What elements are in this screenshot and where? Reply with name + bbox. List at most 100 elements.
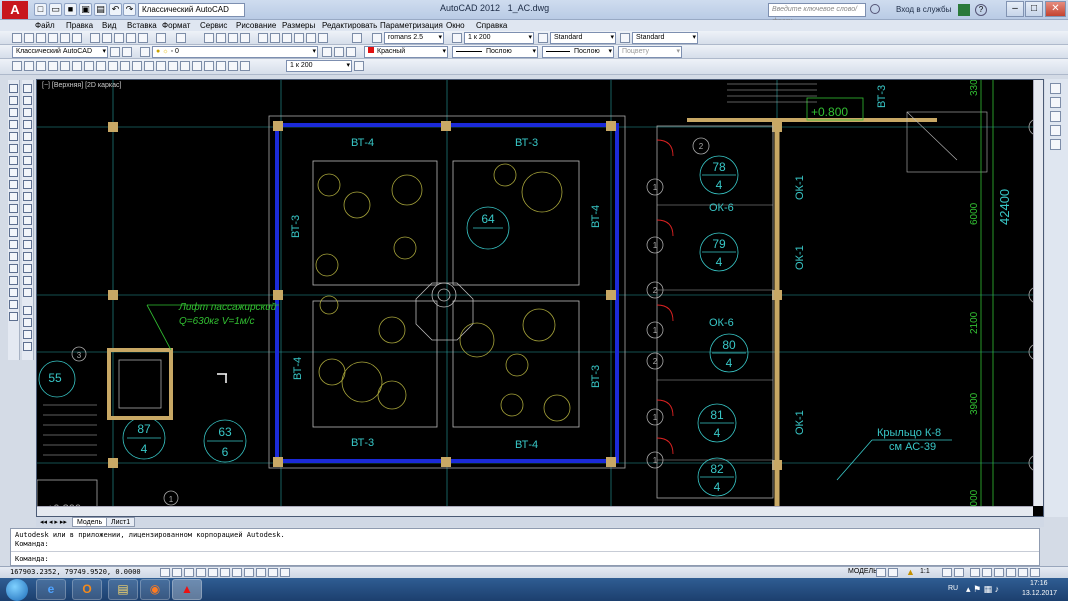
pan-nav-icon[interactable] [1050,83,1061,94]
workspace-select[interactable]: Классический AutoCAD [138,3,245,17]
quick-dim-icon[interactable] [108,61,118,71]
jogged-linear-icon[interactable] [204,61,214,71]
hatch-icon[interactable] [9,252,18,261]
rectangle-icon[interactable] [9,132,18,141]
copy-icon[interactable] [102,33,112,43]
arc-length-icon[interactable] [36,61,46,71]
workspace-switch-button[interactable] [970,568,980,577]
status-menu-button[interactable] [1018,568,1028,577]
open-icon[interactable] [24,33,34,43]
menu-draw[interactable]: Рисование [236,20,276,31]
layer-properties-icon[interactable] [140,47,150,57]
revcloud-icon[interactable] [9,168,18,177]
menu-file[interactable]: Файл [35,20,55,31]
zoom-window-icon[interactable] [228,33,238,43]
sheet-set-icon[interactable] [294,33,304,43]
radius-icon[interactable] [60,61,70,71]
arc-icon[interactable] [9,144,18,153]
autocad-task-icon[interactable]: ▲ [172,579,202,600]
ellipse-icon[interactable] [9,192,18,201]
continue-icon[interactable] [132,61,142,71]
chamfer-icon[interactable] [23,252,32,261]
orbit-nav-icon[interactable] [1050,111,1061,122]
lineweight-select[interactable]: Послою [542,46,614,58]
start-button[interactable] [6,579,28,601]
tool-palettes-icon[interactable] [282,33,292,43]
clock-date[interactable]: 13.12.2017 [1022,590,1057,597]
blend-icon[interactable] [23,276,32,285]
explode-icon[interactable] [23,288,32,297]
minimize-button[interactable]: – [1006,1,1024,17]
search-input[interactable]: Введите ключевое слово/фразу [768,3,866,25]
properties-icon[interactable] [258,33,268,43]
move-icon[interactable] [23,144,32,153]
dim-scale-select[interactable]: 1 к 200 [464,32,534,44]
search-icon[interactable] [870,4,880,14]
close-button[interactable]: ✕ [1045,1,1066,17]
gradient-icon[interactable] [9,264,18,273]
tolerance-icon[interactable] [168,61,178,71]
quick-view-layouts-button[interactable] [876,568,886,577]
steering-wheel-icon[interactable] [1050,139,1061,150]
isolate-objects-button[interactable] [1006,568,1016,577]
make-current-icon[interactable] [322,47,332,57]
zoom-realtime-icon[interactable] [216,33,226,43]
plot-style-select[interactable]: Поцвету [618,46,682,58]
ie-icon[interactable]: e [36,579,66,600]
undo-icon[interactable]: ↶ [109,3,122,16]
menu-format[interactable]: Формат [162,20,190,31]
markup-icon[interactable] [306,33,316,43]
coordinates-readout[interactable]: 167903.2352, 79749.9520, 0.0000 [10,568,141,576]
multileader-style-icon[interactable] [620,33,630,43]
menu-view[interactable]: Вид [102,20,116,31]
plot-icon[interactable] [48,33,58,43]
new-file-icon[interactable]: □ [34,3,47,16]
save-toolbar-icon[interactable] [36,33,46,43]
dim-style-select[interactable]: Standard [550,32,616,44]
make-block-icon[interactable] [9,228,18,237]
preview-icon[interactable] [60,33,70,43]
menu-tools[interactable]: Сервис [200,20,227,31]
ducs-button[interactable] [256,568,266,577]
firefox-icon[interactable]: ◉ [140,579,170,600]
viewport-label[interactable]: [−] [Верхняя] [2D каркас] [42,82,121,89]
zoom-nav-icon[interactable] [1050,97,1061,108]
tray-icons[interactable]: ▴ ⚑ ▦ ♪ [966,584,999,595]
quickcalc-icon[interactable] [318,33,328,43]
diameter-icon[interactable] [84,61,94,71]
table-style-select[interactable]: Standard [632,32,698,44]
tab-model[interactable]: Модель [72,517,108,527]
properties-side-icon[interactable] [23,306,32,315]
gear-icon[interactable] [122,47,132,57]
print-icon[interactable]: ▤ [94,3,107,16]
jogged-icon[interactable] [72,61,82,71]
menu-insert[interactable]: Вставка [127,20,157,31]
redo-icon[interactable]: ↷ [123,3,136,16]
lock-ui-button[interactable] [982,568,992,577]
menu-parametric[interactable]: Параметризация [380,20,443,31]
tab-nav-arrows[interactable]: ◂◂ ◂ ▸ ▸▸ [40,518,67,526]
baseline-icon[interactable] [120,61,130,71]
cut-icon[interactable] [90,33,100,43]
dim-style-icon[interactable] [452,33,462,43]
dim-edit-icon[interactable] [216,61,226,71]
break-icon[interactable] [23,228,32,237]
osnap-button[interactable] [220,568,230,577]
clean-screen-button[interactable] [1030,568,1040,577]
model-space-toggle[interactable]: МОДЕЛЬ [848,568,878,575]
erase-icon[interactable] [23,84,32,93]
table-style-icon[interactable] [538,33,548,43]
workspace-toolbar-select[interactable]: Классический AutoCAD [12,46,108,58]
menu-window[interactable]: Окно [446,20,465,31]
aligned-dim-icon[interactable] [24,61,34,71]
menu-edit[interactable]: Правка [66,20,93,31]
design-center-icon[interactable] [270,33,280,43]
trim-icon[interactable] [23,192,32,201]
save-icon[interactable]: ■ [64,3,77,16]
region-icon[interactable] [9,276,18,285]
construction-line-icon[interactable] [9,96,18,105]
layer-previous-icon[interactable] [334,47,344,57]
annotation-visibility-button[interactable] [942,568,952,577]
dim-scale-toolbar-select[interactable]: 1 к 200 [286,60,352,72]
explorer-icon[interactable]: ▤ [108,579,138,600]
